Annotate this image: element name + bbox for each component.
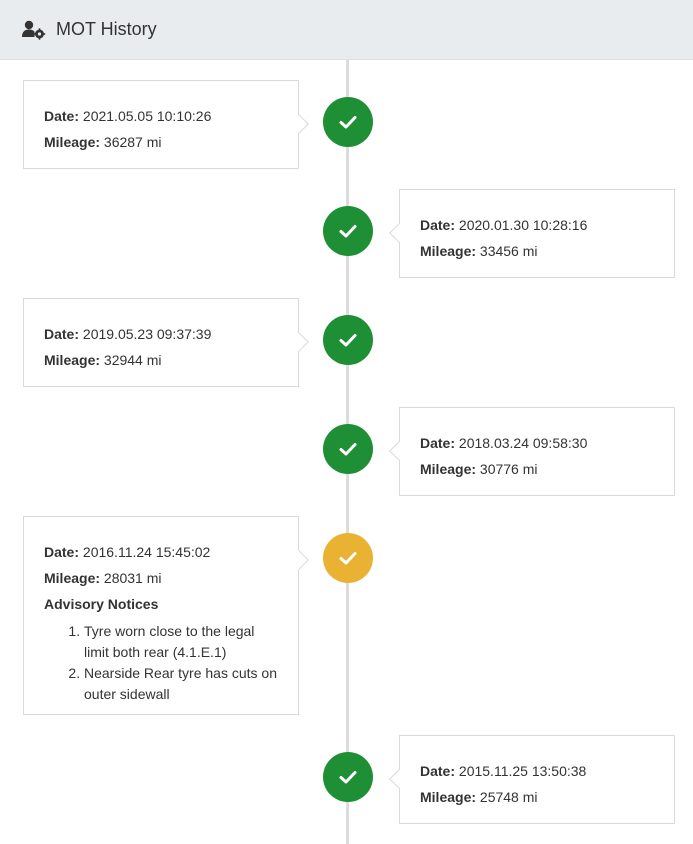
date-label: Date:	[420, 217, 456, 233]
mileage-row: Mileage: 25748 mi	[420, 784, 654, 810]
mileage-value: 36287 mi	[103, 134, 162, 150]
date-label: Date:	[44, 544, 80, 560]
advisory-list: Tyre worn close to the legal limit both …	[44, 621, 278, 705]
mileage-value: 32944 mi	[103, 352, 162, 368]
pass-badge	[323, 424, 373, 474]
mileage-label: Mileage:	[420, 461, 477, 477]
panel-header: MOT History	[0, 0, 693, 60]
date-value: 2015.11.25 13:50:38	[458, 763, 587, 779]
card-arrow	[289, 550, 309, 570]
timeline-card: Date: 2016.11.24 15:45:02 Mileage: 28031…	[23, 516, 309, 715]
pass-badge	[323, 97, 373, 147]
check-icon	[339, 116, 357, 129]
date-value: 2021.05.05 10:10:26	[82, 108, 212, 124]
date-row: Date: 2018.03.24 09:58:30	[420, 430, 654, 456]
timeline-card: Date: 2020.01.30 10:28:16 Mileage: 33456…	[389, 189, 675, 278]
mileage-row: Mileage: 28031 mi	[44, 565, 278, 591]
card-arrow	[389, 441, 409, 461]
check-icon	[339, 771, 357, 784]
mileage-value: 30776 mi	[479, 461, 538, 477]
check-icon	[339, 443, 357, 456]
mileage-label: Mileage:	[44, 570, 101, 586]
date-row: Date: 2015.11.25 13:50:38	[420, 758, 654, 784]
date-row: Date: 2021.05.05 10:10:26	[44, 103, 278, 129]
mileage-row: Mileage: 36287 mi	[44, 129, 278, 155]
mileage-value: 25748 mi	[479, 789, 538, 805]
mileage-row: Mileage: 30776 mi	[420, 456, 654, 482]
card-arrow	[289, 114, 309, 134]
date-row: Date: 2016.11.24 15:45:02	[44, 539, 278, 565]
date-label: Date:	[420, 763, 456, 779]
mileage-label: Mileage:	[44, 352, 101, 368]
mileage-label: Mileage:	[420, 789, 477, 805]
pass-badge	[323, 752, 373, 802]
check-icon	[339, 334, 357, 347]
date-label: Date:	[44, 108, 80, 124]
date-value: 2016.11.24 15:45:02	[82, 544, 211, 560]
card-arrow	[389, 769, 409, 789]
date-row: Date: 2019.05.23 09:37:39	[44, 321, 278, 347]
timeline-card: Date: 2018.03.24 09:58:30 Mileage: 30776…	[389, 407, 675, 496]
mileage-value: 33456 mi	[479, 243, 538, 259]
mileage-label: Mileage:	[44, 134, 101, 150]
date-row: Date: 2020.01.30 10:28:16	[420, 212, 654, 238]
advisory-item: Nearside Rear tyre has cuts on outer sid…	[84, 663, 278, 705]
date-value: 2020.01.30 10:28:16	[458, 217, 588, 233]
pass-badge	[323, 206, 373, 256]
user-cog-icon	[22, 20, 46, 40]
check-icon	[339, 552, 357, 565]
timeline-card: Date: 2015.11.25 13:50:38 Mileage: 25748…	[389, 735, 675, 824]
timeline-card: Date: 2021.05.05 10:10:26 Mileage: 36287…	[23, 80, 309, 169]
date-value: 2019.05.23 09:37:39	[82, 326, 212, 342]
card-arrow	[289, 332, 309, 352]
check-icon	[339, 225, 357, 238]
mileage-row: Mileage: 32944 mi	[44, 347, 278, 373]
advisory-notices-title: Advisory Notices	[44, 596, 159, 612]
mileage-value: 28031 mi	[103, 570, 162, 586]
page-title: MOT History	[56, 19, 157, 39]
advisory-badge	[323, 533, 373, 583]
advisory-item: Tyre worn close to the legal limit both …	[84, 621, 278, 663]
timeline-card: Date: 2019.05.23 09:37:39 Mileage: 32944…	[23, 298, 309, 387]
date-label: Date:	[420, 435, 456, 451]
pass-badge	[323, 315, 373, 365]
date-label: Date:	[44, 326, 80, 342]
card-arrow	[389, 223, 409, 243]
date-value: 2018.03.24 09:58:30	[458, 435, 588, 451]
mileage-row: Mileage: 33456 mi	[420, 238, 654, 264]
mileage-label: Mileage:	[420, 243, 477, 259]
